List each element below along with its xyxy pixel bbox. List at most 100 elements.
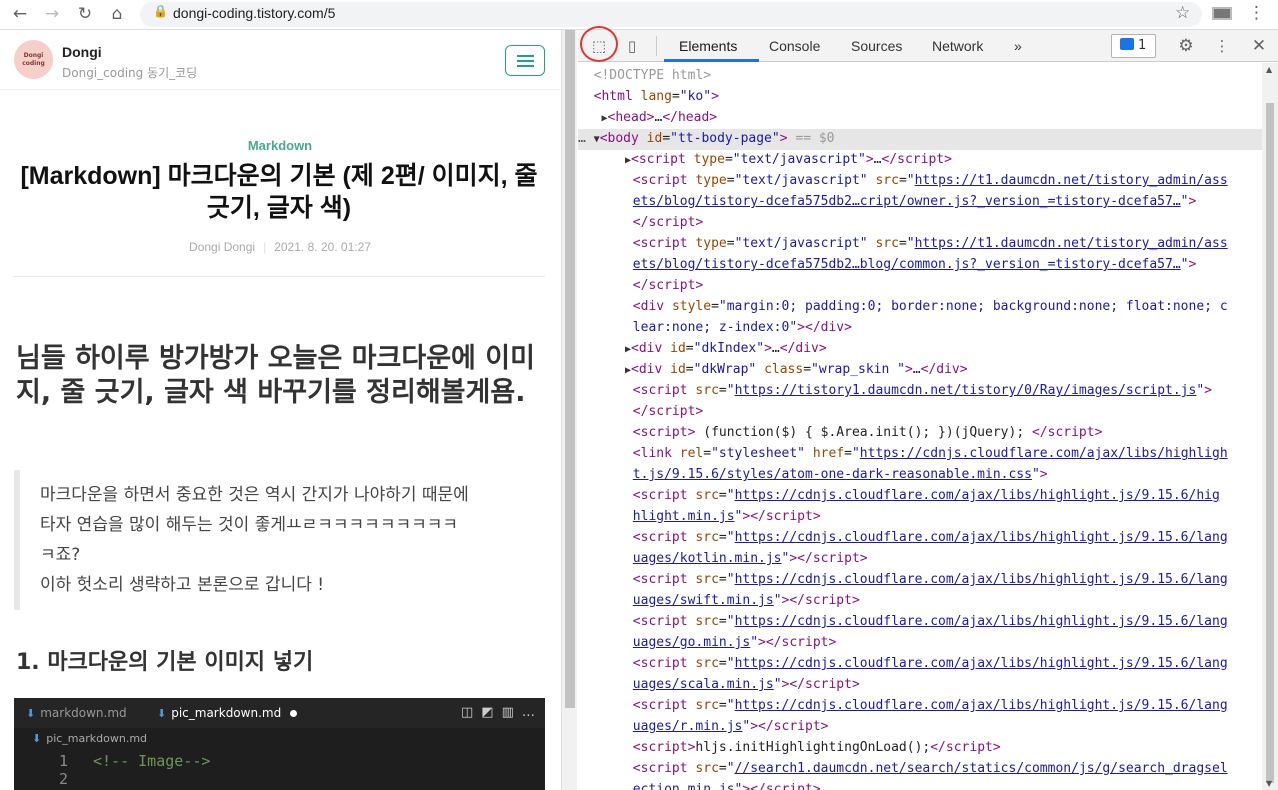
dom-node[interactable]: <script src="//search1.daumcdn.net/searc… <box>578 759 1262 780</box>
dom-node[interactable]: <script src="https://cdnjs.cloudflare.co… <box>578 528 1262 549</box>
browser-menu-icon[interactable]: ⋮ <box>1248 3 1265 23</box>
dom-node[interactable]: uages/kotlin.min.js"></script> <box>578 549 1262 570</box>
dom-node[interactable]: <link rel="stylesheet" href="https://cdn… <box>578 444 1262 465</box>
dom-node[interactable]: <html lang="ko"> <box>578 87 1262 108</box>
close-devtools-icon[interactable]: ✕ <box>1249 36 1269 56</box>
markdown-file-icon: ⬇ <box>32 732 42 745</box>
editor-tab-markdown: ⬇ markdown.md <box>26 706 127 720</box>
post-title: [Markdown] 마크다운의 기본 (제 2편/ 이미지, 줄 긋기, 글자… <box>20 162 538 222</box>
more-tabs-button[interactable]: » <box>1014 38 1022 54</box>
dom-node[interactable]: lear:none; z-index:0"></div> <box>578 318 1262 339</box>
dom-node-selected[interactable]: … ▼<body id="tt-body-page"> == $0 <box>578 129 1262 150</box>
dom-node[interactable]: </script> <box>578 276 1262 297</box>
scroll-down-arrow-icon[interactable]: ▼ <box>1266 779 1272 788</box>
blog-header: Dongi coding Dongi Dongi_coding 동기_코딩 <box>0 30 560 90</box>
settings-gear-icon[interactable]: ⚙ <box>1176 36 1196 56</box>
bookmark-star-icon[interactable]: ☆ <box>1175 3 1190 23</box>
tab-network[interactable]: Network <box>932 38 983 54</box>
editor-breadcrumb: ⬇ pic_markdown.md <box>32 732 148 745</box>
devtools-menu-icon[interactable]: ⋮ <box>1212 36 1232 56</box>
quote-line: ㅋ죠? <box>40 545 81 565</box>
page-scrollbar[interactable] <box>561 30 577 790</box>
quote-line: 마크다운을 하면서 중요한 것은 역시 간지가 나야하기 때문에 <box>40 485 469 505</box>
browser-toolbar: ← → ↻ ⌂ 🔒 dongi-coding.tistory.com/5 ☆ ⋮ <box>0 0 1278 30</box>
blog-page: Dongi coding Dongi Dongi_coding 동기_코딩 Mar… <box>0 30 560 790</box>
back-arrow-icon[interactable]: ← <box>9 3 31 25</box>
url-text[interactable]: dongi-coding.tistory.com/5 <box>173 5 335 21</box>
post-lead-heading: 님들 하이루 방가방가 오늘은 마크다운에 이미지, 줄 긋기, 글자 색 바꾸… <box>16 343 535 408</box>
dom-node[interactable]: <script src="https://cdnjs.cloudflare.co… <box>578 696 1262 717</box>
tab-console[interactable]: Console <box>769 38 820 54</box>
dom-node[interactable]: ▶<div id="dkWrap" class="wrap_skin ">…</… <box>578 360 1262 381</box>
elements-dom-tree: <!DOCTYPE html> <html lang="ko"> ▶<head>… <box>578 63 1262 790</box>
blog-avatar[interactable]: Dongi coding <box>14 40 53 79</box>
extension-icon[interactable] <box>1212 7 1232 20</box>
dom-node[interactable]: ets/blog/tistory-dcefa575db2…cript/owner… <box>578 192 1262 213</box>
blog-subtitle: Dongi_coding 동기_코딩 <box>62 66 198 80</box>
dom-node[interactable]: ets/blog/tistory-dcefa575db2…blog/common… <box>578 255 1262 276</box>
dom-node[interactable]: <script src="https://cdnjs.cloudflare.co… <box>578 486 1262 507</box>
scroll-up-arrow-icon[interactable]: ▲ <box>1266 65 1272 74</box>
dom-node[interactable]: uages/r.min.js"></script> <box>578 717 1262 738</box>
dom-node[interactable]: </script> <box>578 402 1262 423</box>
post-author[interactable]: Dongi Dongi <box>189 240 255 254</box>
dom-node[interactable]: ▶<head>…</head> <box>578 108 1262 129</box>
dom-node[interactable]: <script src="https://cdnjs.cloudflare.co… <box>578 612 1262 633</box>
dom-node[interactable]: uages/swift.min.js"></script> <box>578 591 1262 612</box>
issues-badge[interactable]: 1 <box>1111 34 1156 58</box>
dom-node[interactable]: <script type="text/javascript" src="http… <box>578 234 1262 255</box>
devtools-panel: ⬚ ▯ Elements Console Sources Network » 1… <box>578 26 1278 790</box>
message-icon <box>1120 38 1134 50</box>
dom-node[interactable]: <script> (function($) { $.Area.init(); }… <box>578 423 1262 444</box>
dom-node[interactable]: <!DOCTYPE html> <box>578 66 1262 87</box>
editor-tab-pic-markdown: ⬇ pic_markdown.md <box>157 706 298 720</box>
blog-name[interactable]: Dongi <box>62 44 102 60</box>
dom-node[interactable]: <script src="https://cdnjs.cloudflare.co… <box>578 654 1262 675</box>
section-heading: 1. 마크다운의 기본 이미지 넣기 <box>16 650 314 675</box>
dom-node[interactable]: <script>hljs.initHighlightingOnLoad();</… <box>578 738 1262 759</box>
code-line: <!-- Image--> <box>93 752 211 770</box>
tab-elements[interactable]: Elements <box>679 38 737 54</box>
hamburger-menu-button[interactable] <box>505 45 545 76</box>
devtools-scroll-thumb[interactable] <box>1266 103 1274 783</box>
dom-node[interactable]: uages/scala.min.js"></script> <box>578 675 1262 696</box>
reload-icon[interactable]: ↻ <box>74 3 96 25</box>
divider <box>14 276 545 277</box>
post-category[interactable]: Markdown <box>0 138 560 153</box>
active-tab-indicator <box>664 59 759 62</box>
devtools-scrollbar[interactable]: ▲ ▼ <box>1262 63 1278 790</box>
dom-node[interactable]: ection.min.js"></script> <box>578 780 1262 790</box>
code-editor-screenshot: ⬇ markdown.md ⬇ pic_markdown.md ◫◩▥… ⬇ pic_… <box>14 698 545 790</box>
dom-node[interactable]: <div style="margin:0; padding:0; border:… <box>578 297 1262 318</box>
meta-divider: | <box>263 240 267 254</box>
dom-node[interactable]: ▶<div id="dkIndex">…</div> <box>578 339 1262 360</box>
unsaved-dot-icon <box>290 710 298 717</box>
forward-arrow-icon[interactable]: → <box>41 3 63 25</box>
dom-node[interactable]: uages/go.min.js"></script> <box>578 633 1262 654</box>
device-toolbar-icon[interactable]: ▯ <box>622 36 642 56</box>
blockquote: 마크다운을 하면서 중요한 것은 역시 간지가 나야하기 때문에 타자 연습을 … <box>14 470 545 610</box>
editor-action-icons: ◫◩▥… <box>461 705 543 720</box>
dom-node[interactable]: t.js/9.15.6/styles/atom-one-dark-reasona… <box>578 465 1262 486</box>
post-date: 2021. 8. 20. 01:27 <box>274 240 371 254</box>
quote-line: 타자 연습을 많이 해두는 것이 좋게ㅛㄹㅋㅋㅋㅋㅋㅋㅋㅋㅋ <box>40 515 459 535</box>
dom-node[interactable]: hlight.min.js"></script> <box>578 507 1262 528</box>
dom-node[interactable]: <script src="https://cdnjs.cloudflare.co… <box>578 570 1262 591</box>
devtools-toolbar: ⬚ ▯ Elements Console Sources Network » 1… <box>578 26 1278 62</box>
lock-icon[interactable]: 🔒 <box>153 4 168 18</box>
post-meta: Dongi Dongi | 2021. 8. 20. 01:27 <box>0 240 560 254</box>
dom-node[interactable]: <script src="https://tistory1.daumcdn.ne… <box>578 381 1262 402</box>
markdown-file-icon: ⬇ <box>157 707 167 720</box>
page-scroll-thumb[interactable] <box>565 30 575 708</box>
dom-node[interactable]: </script> <box>578 213 1262 234</box>
inspect-element-icon[interactable]: ⬚ <box>589 36 609 56</box>
editor-tabs: ⬇ markdown.md ⬇ pic_markdown.md ◫◩▥… <box>14 698 545 728</box>
markdown-file-icon: ⬇ <box>26 707 36 720</box>
tab-sources[interactable]: Sources <box>851 38 902 54</box>
toolbar-separator <box>656 36 657 56</box>
dom-node[interactable]: ▶<script type="text/javascript">…</scrip… <box>578 150 1262 171</box>
quote-line: 이하 헛소리 생략하고 본론으로 갑니다 ! <box>40 575 325 595</box>
dom-node[interactable]: <script type="text/javascript" src="http… <box>578 171 1262 192</box>
home-icon[interactable]: ⌂ <box>106 3 128 25</box>
line-numbers: 12 <box>59 752 69 788</box>
